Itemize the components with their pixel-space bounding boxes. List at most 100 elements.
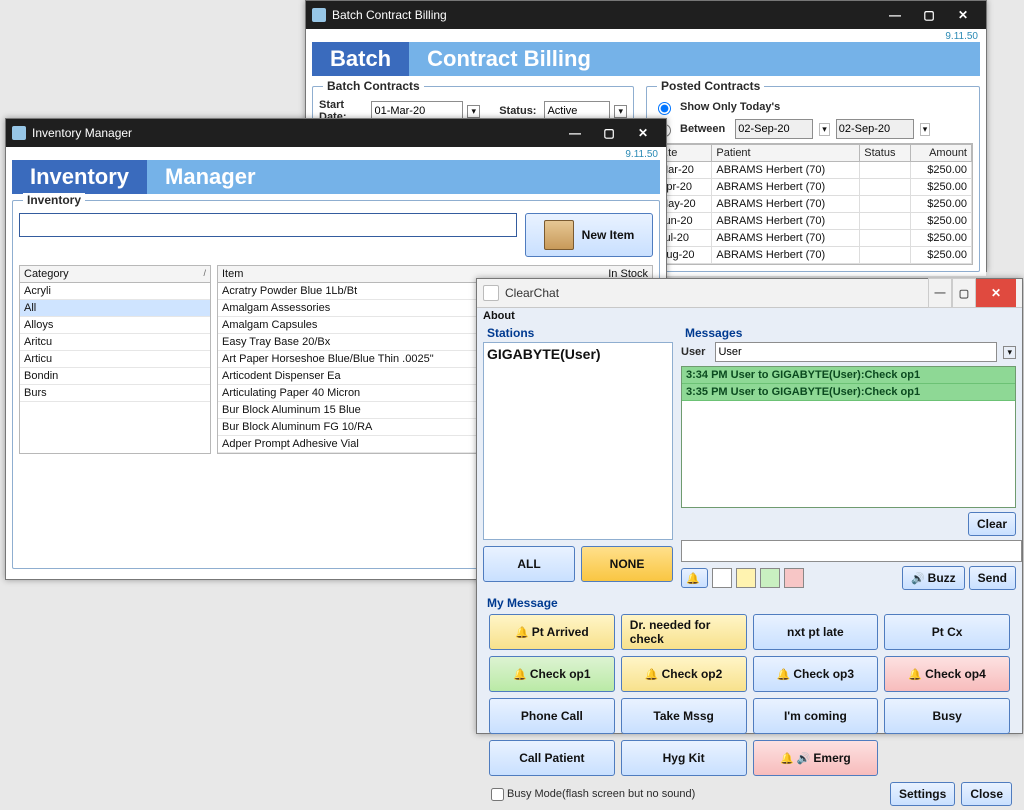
batch-title: Batch Contract Billing (332, 8, 878, 22)
category-row[interactable]: Burs (20, 385, 210, 402)
category-row[interactable]: Aritcu (20, 334, 210, 351)
minimize-button[interactable]: — (878, 1, 912, 29)
maximize-button[interactable]: ▢ (952, 278, 976, 308)
table-row[interactable]: Jun-20ABRAMS Herbert (70)$250.00 (655, 213, 972, 230)
quick-msg-button[interactable]: Phone Call (489, 698, 615, 734)
between-to[interactable] (836, 119, 914, 139)
chat-message[interactable]: 3:34 PM User to GIGABYTE(User):Check op1 (682, 367, 1015, 384)
banner-rest: Manager (147, 160, 273, 194)
close-button[interactable]: ✕ (626, 119, 660, 147)
quick-msg-button[interactable]: Check op3 (753, 656, 879, 692)
close-button[interactable]: ✕ (946, 1, 980, 29)
stations-list[interactable]: GIGABYTE(User) (483, 342, 673, 540)
compose-input[interactable] (681, 540, 1022, 562)
settings-button[interactable]: Settings (890, 782, 955, 806)
banner-accent: Inventory (12, 160, 147, 194)
close-dialog-button[interactable]: Close (961, 782, 1012, 806)
category-row[interactable]: Acryli (20, 283, 210, 300)
app-icon (483, 285, 499, 301)
category-row[interactable]: Bondin (20, 368, 210, 385)
all-button[interactable]: ALL (483, 546, 575, 582)
minimize-button[interactable]: — (928, 278, 952, 308)
swatch-white[interactable] (712, 568, 732, 588)
category-list[interactable]: Category / AcryliAllAlloysAritcuArticuBo… (19, 265, 211, 454)
quick-msg-button[interactable]: Check op2 (621, 656, 747, 692)
busy-mode-label: Busy Mode(flash screen but no sound) (507, 788, 695, 800)
bell-icon (513, 667, 530, 681)
chat-message[interactable]: 3:35 PM User to GIGABYTE(User):Check op1 (682, 384, 1015, 401)
minimize-button[interactable]: — (558, 119, 592, 147)
batch-contracts-legend: Batch Contracts (323, 79, 424, 93)
dropdown-icon[interactable]: ▾ (614, 105, 627, 118)
user-label: User (681, 346, 705, 358)
user-select[interactable] (715, 342, 997, 362)
inventory-search-input[interactable] (19, 213, 517, 237)
quick-msg-button[interactable]: Emerg (753, 740, 879, 776)
swatch-green[interactable] (760, 568, 780, 588)
category-row[interactable]: Alloys (20, 317, 210, 334)
banner-rest: Contract Billing (409, 42, 609, 76)
category-row[interactable]: Articu (20, 351, 210, 368)
batch-titlebar[interactable]: Batch Contract Billing — ▢ ✕ (306, 1, 986, 29)
quick-msg-button[interactable]: Pt Cx (884, 614, 1010, 650)
show-today-radio[interactable] (658, 102, 671, 115)
table-row[interactable]: Aug-20ABRAMS Herbert (70)$250.00 (655, 247, 972, 264)
dropdown-icon[interactable]: ▾ (1003, 346, 1016, 359)
quick-msg-button[interactable]: Check op1 (489, 656, 615, 692)
app-icon (12, 126, 26, 140)
maximize-button[interactable]: ▢ (912, 1, 946, 29)
inventory-banner: Inventory Manager (12, 160, 660, 194)
picker-icon[interactable]: ▾ (920, 123, 931, 136)
swatch-yellow[interactable] (736, 568, 756, 588)
posted-contracts-legend: Posted Contracts (657, 79, 764, 93)
about-menu[interactable]: About (483, 310, 1016, 322)
send-button[interactable]: Send (969, 566, 1016, 590)
buzz-button[interactable]: Buzz (902, 566, 965, 590)
quick-msg-button[interactable]: Check op4 (884, 656, 1010, 692)
between-from[interactable] (735, 119, 813, 139)
quick-msg-button[interactable]: I'm coming (753, 698, 879, 734)
table-row[interactable]: Apr-20ABRAMS Herbert (70)$250.00 (655, 179, 972, 196)
batch-banner: Batch Contract Billing (312, 42, 980, 76)
col-amount[interactable]: Amount (910, 145, 971, 162)
table-row[interactable]: Jul-20ABRAMS Herbert (70)$250.00 (655, 230, 972, 247)
app-icon (312, 8, 326, 22)
picker-icon[interactable]: ▾ (467, 105, 480, 118)
picker-icon[interactable]: ▾ (819, 123, 830, 136)
bell-icon (777, 667, 794, 681)
quick-msg-button[interactable]: Busy (884, 698, 1010, 734)
col-patient[interactable]: Patient (712, 145, 860, 162)
table-row[interactable]: Jun-20Reynolds Lisa (118)$200.00 (655, 264, 972, 266)
station-entry[interactable]: GIGABYTE(User) (487, 346, 669, 362)
table-row[interactable]: May-20ABRAMS Herbert (70)$250.00 (655, 196, 972, 213)
posted-table[interactable]: ...te Patient Status Amount Mar-20ABRAMS… (654, 144, 972, 265)
col-status[interactable]: Status (860, 145, 910, 162)
show-today-label: Show Only Today's (680, 101, 780, 113)
table-row[interactable]: Mar-20ABRAMS Herbert (70)$250.00 (655, 162, 972, 179)
sort-icon[interactable]: / (203, 268, 206, 280)
quick-msg-button[interactable]: Call Patient (489, 740, 615, 776)
category-row[interactable]: All (20, 300, 210, 317)
posted-contracts-fieldset: Posted Contracts Show Only Today's Betwe… (646, 86, 980, 272)
none-button[interactable]: NONE (581, 546, 673, 582)
quick-msg-button[interactable]: Hyg Kit (621, 740, 747, 776)
messages-panel[interactable]: 3:34 PM User to GIGABYTE(User):Check op1… (681, 366, 1016, 508)
quick-msg-button[interactable]: Pt Arrived (489, 614, 615, 650)
quick-msg-button[interactable]: Dr. needed for check (621, 614, 747, 650)
quick-msg-button[interactable]: nxt pt late (753, 614, 879, 650)
clear-button[interactable]: Clear (968, 512, 1016, 536)
busy-mode-checkbox[interactable] (491, 788, 504, 801)
maximize-button[interactable]: ▢ (592, 119, 626, 147)
bell-icon (645, 667, 662, 681)
close-button[interactable]: ✕ (976, 279, 1016, 307)
inventory-titlebar[interactable]: Inventory Manager — ▢ ✕ (6, 119, 666, 147)
clearchat-titlebar[interactable]: ClearChat — ▢ ✕ (477, 279, 1022, 308)
bell-button[interactable] (681, 568, 708, 588)
quick-msg-button[interactable]: Take Mssg (621, 698, 747, 734)
messages-label: Messages (685, 326, 1016, 340)
swatch-pink[interactable] (784, 568, 804, 588)
my-message-label: My Message (487, 596, 1016, 610)
box-icon (544, 220, 574, 250)
new-item-label: New Item (582, 228, 635, 242)
new-item-button[interactable]: New Item (525, 213, 653, 257)
